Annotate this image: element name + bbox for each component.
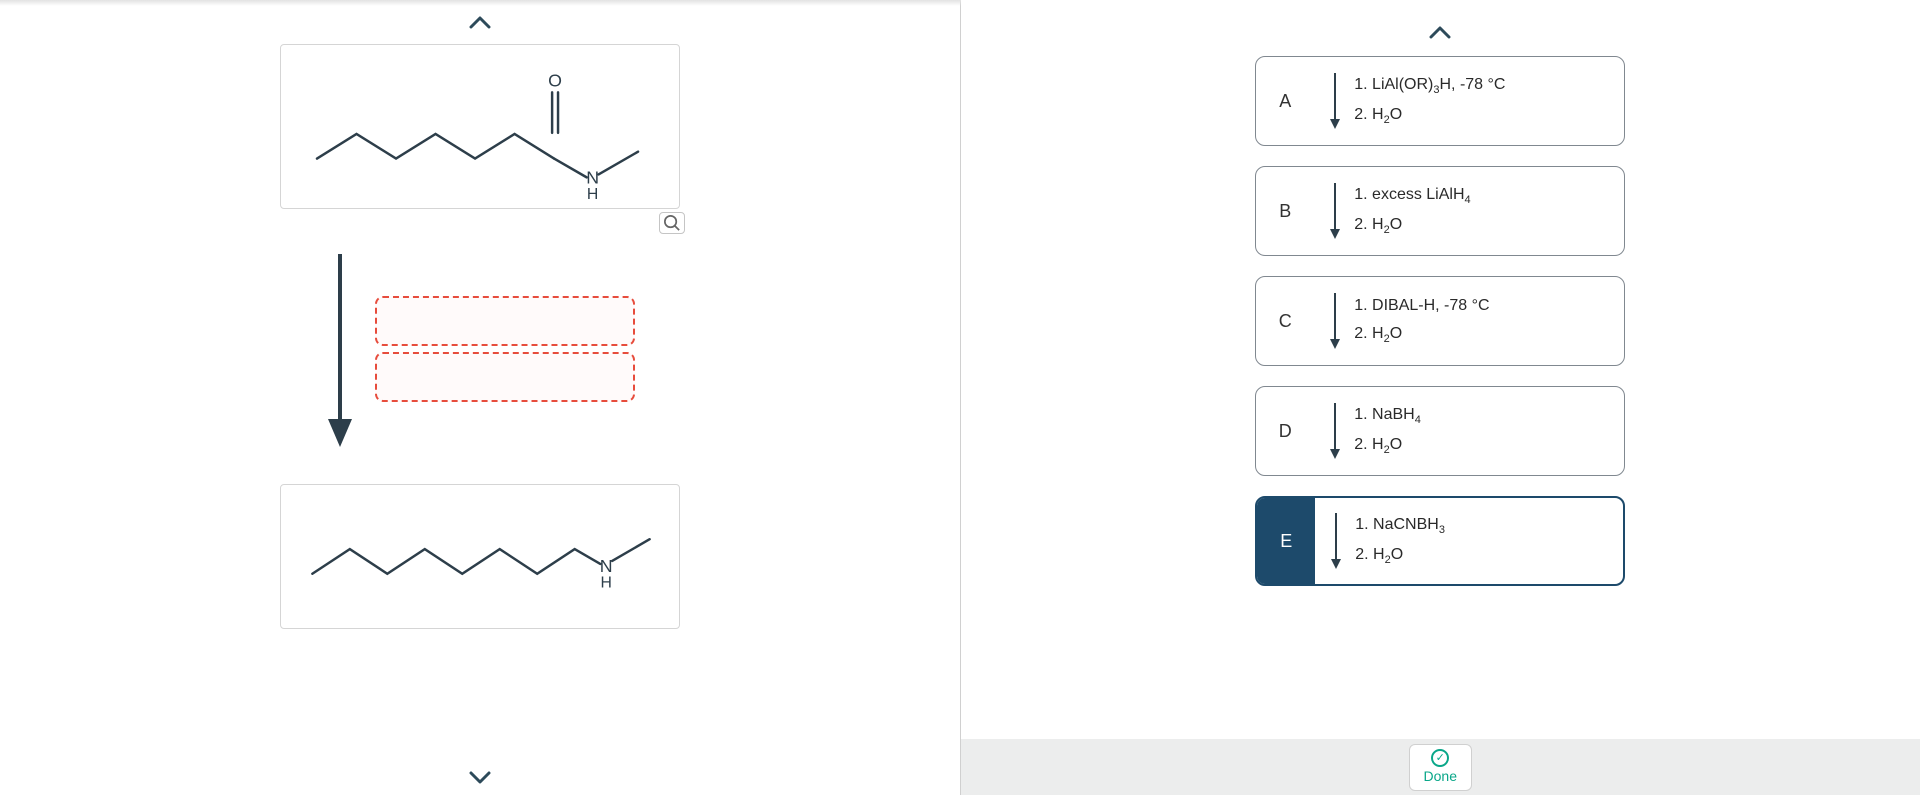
option-content: 1. DIBAL-H, -78 °C 2. H2O — [1314, 277, 1624, 365]
product-card: N H — [280, 484, 680, 629]
option-letter: A — [1256, 57, 1314, 145]
reagent-dropzone-1[interactable] — [375, 296, 635, 346]
reagent-text: 1. LiAl(OR)3H, -78 °C 2. H2O — [1354, 76, 1505, 126]
option-content: 1. excess LiAlH4 2. H2O — [1314, 167, 1624, 255]
answer-option-A[interactable]: A 1. LiAl(OR)3H, -78 °C 2. H2O — [1255, 56, 1625, 146]
atom-label-H: H — [587, 186, 598, 203]
done-button[interactable]: ✓ Done — [1409, 744, 1472, 791]
option-letter: C — [1256, 277, 1314, 365]
option-letter: E — [1257, 498, 1315, 584]
down-arrow-icon — [1328, 401, 1342, 461]
zoom-icon[interactable] — [659, 212, 685, 234]
reagent-text: 1. excess LiAlH4 2. H2O — [1354, 186, 1470, 236]
atom-label-N: N — [586, 167, 599, 187]
reagent-dropzone-2[interactable] — [375, 352, 635, 402]
answer-option-B[interactable]: B 1. excess LiAlH4 2. H2O — [1255, 166, 1625, 256]
question-panel: O N H — [0, 0, 960, 795]
check-circle-icon: ✓ — [1431, 749, 1449, 767]
reagent-line-1: 1. NaCNBH3 — [1355, 516, 1445, 536]
down-arrow-icon — [1328, 291, 1342, 351]
answer-option-C[interactable]: C 1. DIBAL-H, -78 °C 2. H2O — [1255, 276, 1625, 366]
option-content: 1. NaBH4 2. H2O — [1314, 387, 1624, 475]
option-letter: D — [1256, 387, 1314, 475]
answer-option-E[interactable]: E 1. NaCNBH3 2. H2O — [1255, 496, 1625, 586]
starting-material-card: O N H — [280, 44, 680, 209]
reagent-line-1: 1. NaBH4 — [1354, 406, 1421, 426]
option-letter: B — [1256, 167, 1314, 255]
reagent-line-1: 1. DIBAL-H, -78 °C — [1354, 297, 1489, 315]
reagent-line-2: 2. H2O — [1355, 546, 1445, 566]
reagent-line-2: 2. H2O — [1354, 436, 1421, 456]
reagent-text: 1. NaCNBH3 2. H2O — [1355, 516, 1445, 566]
atom-label-O: O — [548, 70, 562, 90]
atom-label-H-product: H — [600, 575, 611, 592]
scroll-up-icon[interactable] — [469, 10, 491, 34]
option-content: 1. LiAl(OR)3H, -78 °C 2. H2O — [1314, 57, 1624, 145]
answers-scroll-up-icon[interactable] — [1429, 20, 1451, 44]
reaction-arrow-icon — [325, 249, 355, 449]
reagent-line-2: 2. H2O — [1354, 216, 1470, 236]
atom-label-N-product: N — [600, 556, 613, 576]
answers-panel: A 1. LiAl(OR)3H, -78 °C 2. H2O B 1. excess L… — [961, 0, 1920, 795]
down-arrow-icon — [1328, 181, 1342, 241]
reagent-line-2: 2. H2O — [1354, 325, 1489, 345]
answer-option-D[interactable]: D 1. NaBH4 2. H2O — [1255, 386, 1625, 476]
bottom-bar: ✓ Done — [961, 739, 1920, 795]
reagent-text: 1. NaBH4 2. H2O — [1354, 406, 1421, 456]
down-arrow-icon — [1329, 511, 1343, 571]
reagent-line-1: 1. LiAl(OR)3H, -78 °C — [1354, 76, 1505, 96]
reagent-text: 1. DIBAL-H, -78 °C 2. H2O — [1354, 297, 1489, 345]
down-arrow-icon — [1328, 71, 1342, 131]
done-label: Done — [1424, 768, 1457, 784]
option-content: 1. NaCNBH3 2. H2O — [1315, 498, 1623, 584]
scroll-down-icon[interactable] — [469, 766, 491, 790]
reagent-line-2: 2. H2O — [1354, 106, 1505, 126]
reagent-line-1: 1. excess LiAlH4 — [1354, 186, 1470, 206]
